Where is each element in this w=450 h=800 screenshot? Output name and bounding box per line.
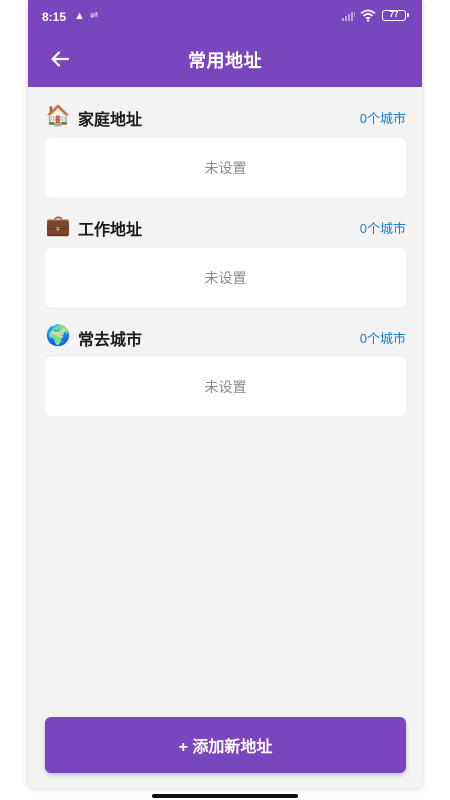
app-bar: 8:15 ▲ ⇌ ! 77 常用地址 (28, 0, 422, 87)
section-home-header: 🏠 家庭地址 0个城市 (45, 103, 406, 129)
page-title: 常用地址 (188, 51, 262, 71)
city-count-link[interactable]: 0个城市 (360, 328, 406, 347)
svg-text:!: ! (354, 12, 356, 19)
wifi-icon (360, 9, 376, 22)
section-title: 家庭地址 (78, 112, 143, 129)
home-indicator[interactable] (152, 794, 298, 798)
status-bar: 8:15 ▲ ⇌ ! 77 (28, 0, 422, 34)
empty-state-text: 未设置 (204, 269, 247, 286)
frequent-cities-card[interactable]: 未设置 (45, 357, 406, 416)
section-title: 常去城市 (78, 332, 143, 349)
house-icon: 🏠 (45, 105, 71, 127)
globe-icon: 🌍 (45, 325, 71, 347)
empty-state-text: 未设置 (204, 159, 247, 176)
add-address-button[interactable]: + 添加新地址 (45, 717, 406, 773)
city-count-link[interactable]: 0个城市 (360, 108, 406, 127)
city-count-link[interactable]: 0个城市 (360, 218, 406, 237)
work-address-card[interactable]: 未设置 (45, 248, 406, 307)
usb-icon: ⇌ (90, 10, 99, 21)
briefcase-icon: 💼 (45, 215, 71, 237)
section-title: 工作地址 (78, 222, 143, 239)
warning-icon: ▲ (74, 10, 85, 22)
section-work-header: 💼 工作地址 0个城市 (45, 213, 406, 239)
home-address-card[interactable]: 未设置 (45, 138, 406, 197)
status-time: 8:15 (42, 10, 67, 24)
signal-icon: ! (342, 12, 356, 21)
empty-state-text: 未设置 (204, 378, 247, 395)
app-screen: 8:15 ▲ ⇌ ! 77 常用地址 🏠 家庭地址 0个城市 未设置 💼 工作地… (28, 0, 422, 788)
battery-icon: 77 (382, 10, 409, 21)
section-frequent-header: 🌍 常去城市 0个城市 (45, 323, 406, 349)
